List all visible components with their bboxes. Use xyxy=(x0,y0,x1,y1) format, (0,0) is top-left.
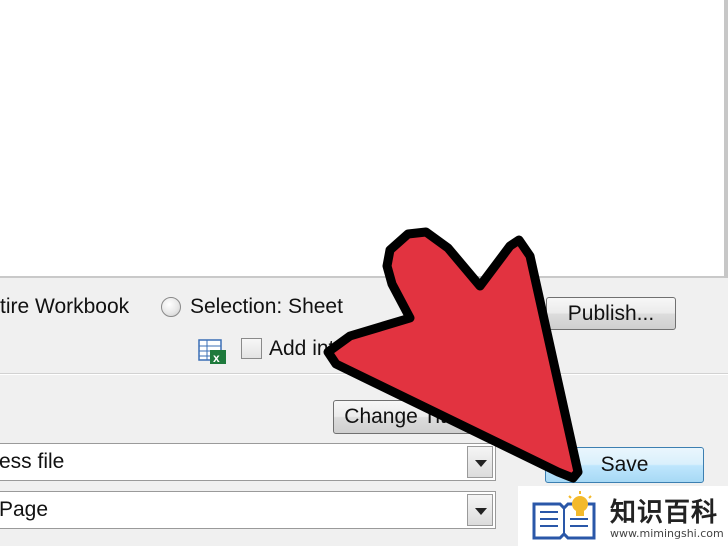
watermark-name: 知识百科 xyxy=(610,498,719,528)
save-as-type-combobox[interactable]: Page xyxy=(0,491,496,529)
publish-button[interactable]: Publish... xyxy=(546,297,676,330)
entire-workbook-label[interactable]: tire Workbook xyxy=(0,295,129,319)
selection-label[interactable]: Selection: Sheet xyxy=(190,295,343,319)
change-title-button[interactable]: Change Title... xyxy=(333,400,491,434)
preview-area xyxy=(0,0,728,276)
file-name-value: ess file xyxy=(0,450,65,473)
add-interactivity-label[interactable]: Add interactivity xyxy=(269,337,417,361)
file-name-combobox[interactable]: ess file xyxy=(0,443,496,481)
svg-text:x: x xyxy=(213,351,220,365)
chevron-down-icon[interactable] xyxy=(467,494,493,526)
excel-sheet-icon: x xyxy=(198,339,226,365)
save-as-type-value: Page xyxy=(0,498,49,521)
watermark-url: www.mimingshi.com xyxy=(610,527,724,540)
divider-highlight xyxy=(0,374,728,375)
preview-border xyxy=(0,276,728,278)
save-button[interactable]: Save xyxy=(545,447,704,483)
watermark-badge: 知识百科 www.mimingshi.com xyxy=(518,486,728,546)
selection-radio[interactable] xyxy=(161,297,181,317)
chevron-down-icon[interactable] xyxy=(467,446,493,478)
preview-scrollbar-edge xyxy=(724,0,728,278)
add-interactivity-checkbox[interactable] xyxy=(241,338,262,359)
book-bulb-icon xyxy=(532,491,596,540)
